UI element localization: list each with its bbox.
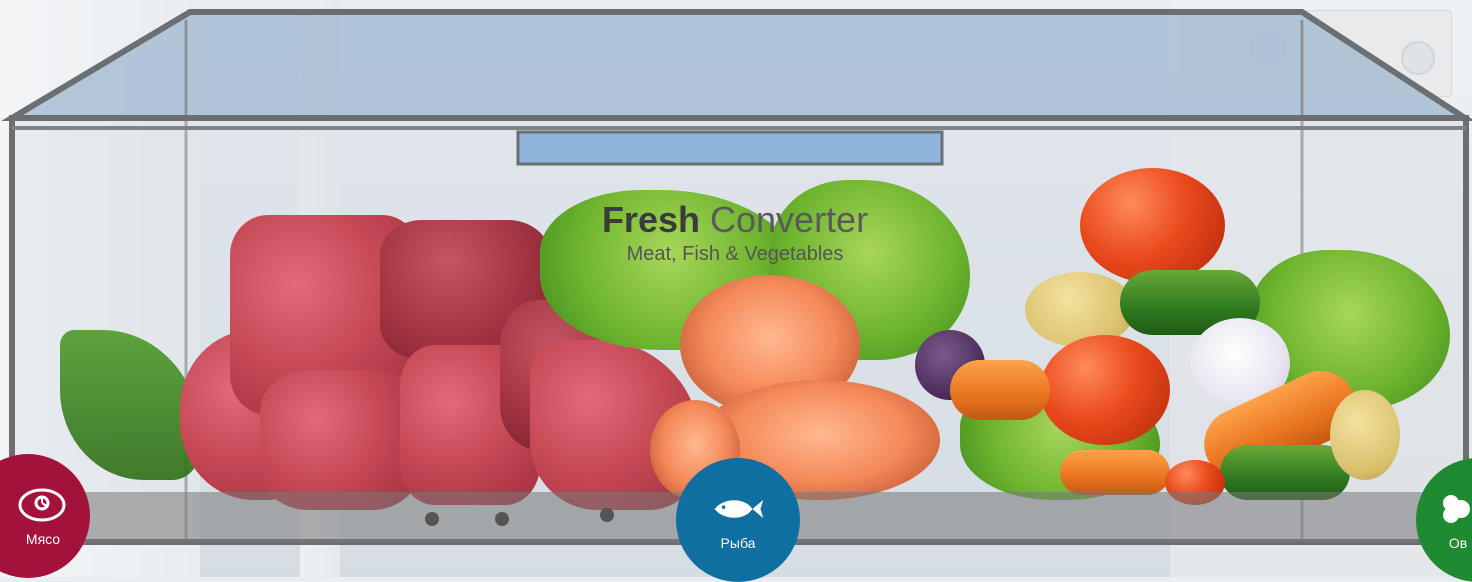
meat-category-label: Мясо: [25, 531, 61, 547]
meat-image: [260, 370, 420, 510]
product-title: Fresh Converter Meat, Fish & Vegetables: [560, 198, 910, 266]
fish-category-button[interactable]: Рыба: [676, 458, 800, 582]
title-light: Converter: [710, 199, 869, 240]
fish-category-label: Рыба: [720, 535, 756, 551]
fish-icon: [714, 500, 764, 518]
vegetable-category-label: Ов: [1448, 535, 1468, 551]
tomato-image: [1080, 168, 1225, 283]
potato-image: [1330, 390, 1400, 480]
tomato-image: [1040, 335, 1170, 445]
meat-icon: [18, 488, 66, 522]
product-subtitle: Meat, Fish & Vegetables: [626, 243, 844, 265]
carrot-image: [950, 360, 1050, 420]
title-bold: Fresh: [601, 199, 700, 240]
carrot-image: [1060, 450, 1170, 495]
drawer-handle[interactable]: [516, 130, 944, 166]
drawer-lid: [1, 9, 1472, 121]
vegetable-icon: [1443, 495, 1470, 523]
